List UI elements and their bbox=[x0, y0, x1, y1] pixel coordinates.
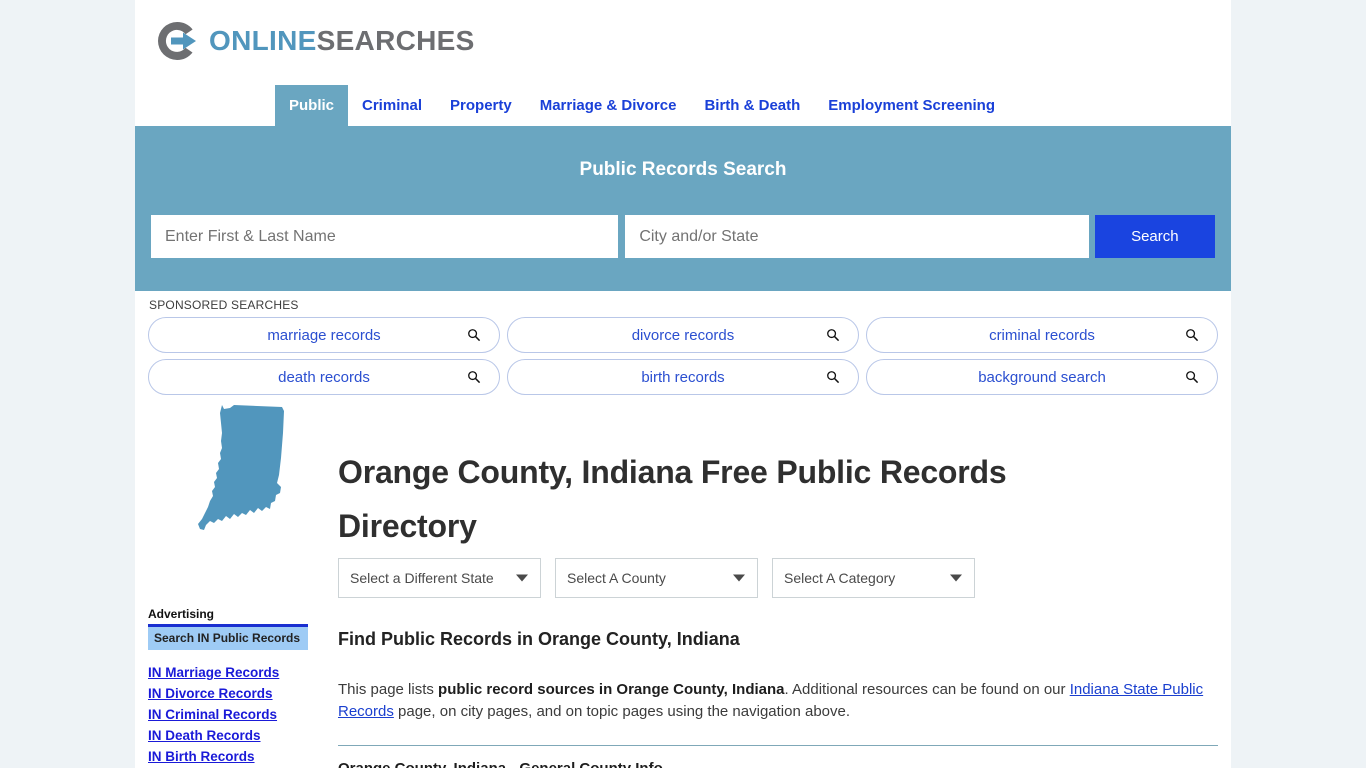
tab-public[interactable]: Public bbox=[275, 85, 349, 126]
chevron-down-icon bbox=[516, 574, 528, 582]
sidebar-link-in-criminal-records[interactable]: IN Criminal Records bbox=[148, 704, 308, 725]
sponsored-pill-criminal-records[interactable]: criminal records bbox=[866, 317, 1218, 353]
main-navigation: Public Criminal Property Marriage & Divo… bbox=[135, 85, 1231, 126]
sponsored-pill-background-search[interactable]: background search bbox=[866, 359, 1218, 395]
content-paragraph: This page lists public record sources in… bbox=[338, 679, 1218, 723]
sponsored-searches-label: SPONSORED SEARCHES bbox=[149, 298, 299, 312]
sidebar-link-in-marriage-records[interactable]: IN Marriage Records bbox=[148, 662, 308, 683]
state-select-value: Select a Different State bbox=[350, 570, 494, 586]
public-records-search-hero: Public Records Search Search bbox=[135, 126, 1231, 291]
logo-searches-text: SEARCHES bbox=[316, 25, 475, 56]
pill-label: marriage records bbox=[267, 326, 381, 344]
page-title: Orange County, Indiana Free Public Recor… bbox=[338, 454, 1007, 545]
tab-property[interactable]: Property bbox=[436, 85, 526, 126]
paragraph-text-2: . Additional resources can be found on o… bbox=[784, 681, 1070, 698]
search-button[interactable]: Search bbox=[1094, 215, 1215, 258]
pill-label: death records bbox=[278, 368, 370, 386]
filter-selects: Select a Different State Select A County… bbox=[338, 558, 975, 598]
indiana-state-map-icon bbox=[198, 405, 284, 530]
search-icon bbox=[1186, 371, 1199, 384]
subsection-title: Orange County, Indiana - General County … bbox=[338, 760, 1218, 768]
sidebar-advertising: Advertising Search IN Public Records IN … bbox=[148, 607, 308, 767]
state-select[interactable]: Select a Different State bbox=[338, 558, 541, 598]
chevron-down-icon bbox=[733, 574, 745, 582]
ad-links-list: IN Marriage Records IN Divorce Records I… bbox=[148, 662, 308, 767]
paragraph-text-3: page, on city pages, and on topic pages … bbox=[393, 703, 851, 720]
sponsored-pill-divorce-records[interactable]: divorce records bbox=[507, 317, 859, 353]
pill-label: birth records bbox=[641, 368, 725, 386]
tab-birth-death[interactable]: Birth & Death bbox=[690, 85, 814, 126]
section-divider bbox=[338, 745, 1218, 746]
site-logo[interactable]: ONLINESEARCHES bbox=[155, 18, 475, 64]
sponsored-searches-list: marriage records divorce records crimina… bbox=[148, 317, 1218, 395]
location-search-input[interactable] bbox=[625, 215, 1089, 258]
hero-title: Public Records Search bbox=[579, 159, 787, 180]
sidebar-link-in-divorce-records[interactable]: IN Divorce Records bbox=[148, 683, 308, 704]
paragraph-text-1: This page lists bbox=[338, 681, 439, 698]
sponsored-pill-birth-records[interactable]: birth records bbox=[507, 359, 859, 395]
pill-label: background search bbox=[978, 368, 1106, 386]
paragraph-bold: public record sources in Orange County, … bbox=[438, 681, 785, 698]
search-icon bbox=[827, 371, 840, 384]
pill-label: criminal records bbox=[989, 326, 1095, 344]
search-icon bbox=[468, 371, 481, 384]
sponsored-pill-marriage-records[interactable]: marriage records bbox=[148, 317, 500, 353]
sidebar-link-in-birth-records[interactable]: IN Birth Records bbox=[148, 746, 308, 767]
category-select[interactable]: Select A Category bbox=[772, 558, 975, 598]
search-icon bbox=[1186, 329, 1199, 342]
name-search-input[interactable] bbox=[151, 215, 619, 258]
search-icon bbox=[827, 329, 840, 342]
county-select-value: Select A County bbox=[567, 570, 666, 586]
circle-arrow-icon bbox=[158, 21, 196, 61]
logo-online-text: ONLINE bbox=[209, 25, 317, 56]
content-heading: Find Public Records in Orange County, In… bbox=[338, 629, 740, 649]
search-icon bbox=[468, 329, 481, 342]
chevron-down-icon bbox=[950, 574, 962, 582]
tab-employment-screening[interactable]: Employment Screening bbox=[814, 85, 1009, 126]
county-select[interactable]: Select A County bbox=[555, 558, 758, 598]
tab-criminal[interactable]: Criminal bbox=[348, 85, 436, 126]
pill-label: divorce records bbox=[631, 326, 735, 344]
tab-marriage-divorce[interactable]: Marriage & Divorce bbox=[526, 85, 691, 126]
search-form: Search bbox=[151, 215, 1215, 258]
page-container: ONLINESEARCHES Public Criminal Property … bbox=[135, 0, 1231, 768]
advertising-label: Advertising bbox=[148, 607, 215, 621]
ad-header[interactable]: Search IN Public Records bbox=[148, 624, 308, 650]
main-content: Find Public Records in Orange County, In… bbox=[338, 625, 1218, 768]
sidebar-link-in-death-records[interactable]: IN Death Records bbox=[148, 725, 308, 746]
category-select-value: Select A Category bbox=[784, 570, 896, 586]
sponsored-pill-death-records[interactable]: death records bbox=[148, 359, 500, 395]
